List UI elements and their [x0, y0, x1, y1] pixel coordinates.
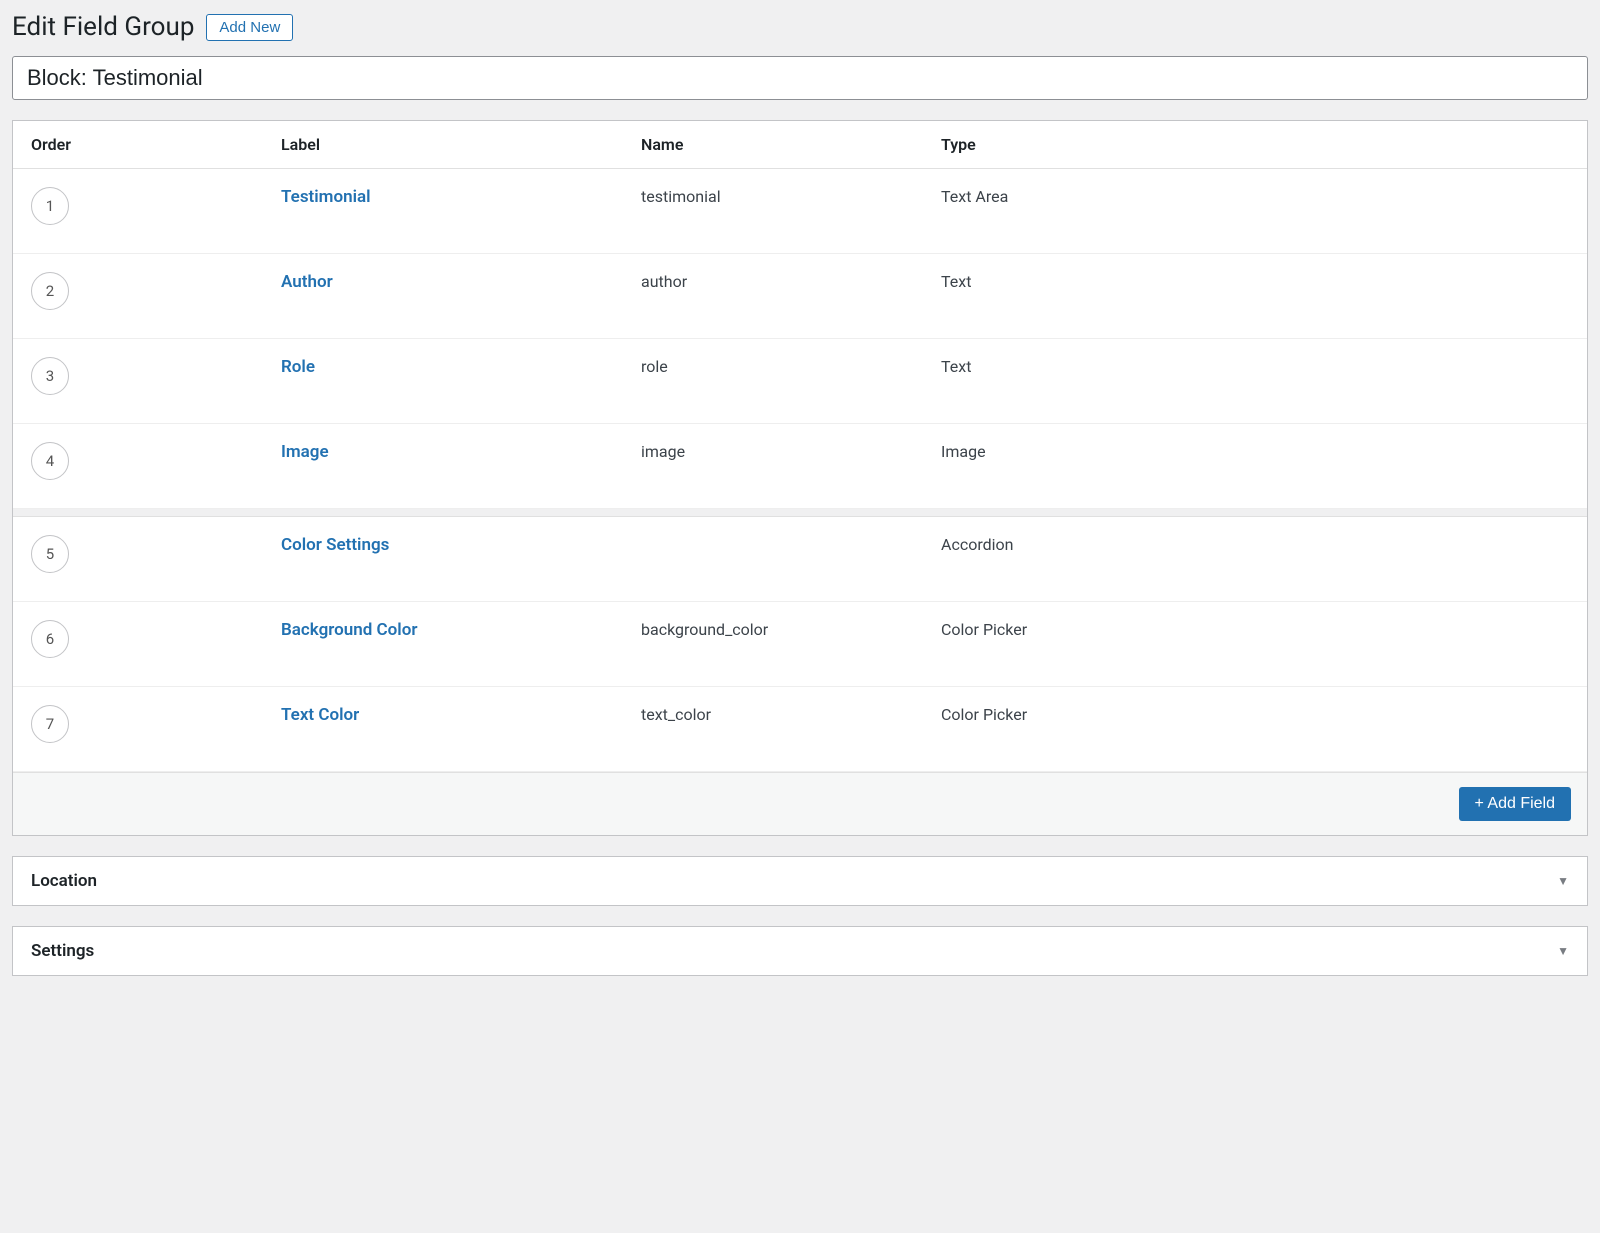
add-new-button[interactable]: Add New — [206, 14, 293, 41]
field-name: role — [641, 357, 668, 376]
page-title: Edit Field Group — [12, 12, 194, 42]
field-row[interactable]: 6 Background Color background_color Colo… — [13, 602, 1587, 687]
col-header-type: Type — [923, 121, 1587, 169]
order-badge[interactable]: 4 — [31, 442, 69, 480]
field-name: testimonial — [641, 187, 721, 206]
add-field-button[interactable]: + Add Field — [1459, 787, 1572, 821]
row-spacer — [13, 509, 1587, 517]
field-label-link[interactable]: Author — [281, 272, 333, 292]
field-label-link[interactable]: Testimonial — [281, 187, 371, 207]
order-badge[interactable]: 7 — [31, 705, 69, 743]
col-header-order: Order — [13, 121, 263, 169]
field-type: Text — [941, 272, 971, 291]
settings-panel[interactable]: Settings ▼ — [12, 926, 1588, 976]
fields-table-header: Order Label Name Type — [13, 121, 1587, 169]
page-header: Edit Field Group Add New — [12, 12, 1588, 42]
field-label-link[interactable]: Image — [281, 442, 329, 462]
field-type: Accordion — [941, 535, 1013, 554]
field-name: background_color — [641, 620, 768, 639]
order-badge[interactable]: 2 — [31, 272, 69, 310]
col-header-label: Label — [263, 121, 623, 169]
chevron-down-icon: ▼ — [1557, 944, 1569, 958]
field-label-link[interactable]: Text Color — [281, 705, 359, 725]
fields-panel: Order Label Name Type 1 Testimonial test… — [12, 120, 1588, 836]
field-name: text_color — [641, 705, 711, 724]
settings-panel-title: Settings — [31, 941, 94, 961]
field-type: Image — [941, 442, 986, 461]
location-panel[interactable]: Location ▼ — [12, 856, 1588, 906]
fields-table-footer: + Add Field — [13, 772, 1587, 835]
order-badge[interactable]: 3 — [31, 357, 69, 395]
field-type: Color Picker — [941, 620, 1027, 639]
col-header-name: Name — [623, 121, 923, 169]
field-label-link[interactable]: Role — [281, 357, 315, 377]
field-row[interactable]: 7 Text Color text_color Color Picker — [13, 687, 1587, 772]
order-badge[interactable]: 6 — [31, 620, 69, 658]
chevron-down-icon: ▼ — [1557, 874, 1569, 888]
field-row[interactable]: 1 Testimonial testimonial Text Area — [13, 169, 1587, 254]
location-panel-title: Location — [31, 871, 97, 891]
field-row[interactable]: 2 Author author Text — [13, 254, 1587, 339]
field-type: Text Area — [941, 187, 1008, 206]
field-name: image — [641, 442, 685, 461]
group-title-input[interactable] — [12, 56, 1588, 100]
order-badge[interactable]: 1 — [31, 187, 69, 225]
field-row[interactable]: 3 Role role Text — [13, 339, 1587, 424]
field-row[interactable]: 4 Image image Image — [13, 424, 1587, 509]
field-label-link[interactable]: Color Settings — [281, 535, 389, 555]
field-row[interactable]: 5 Color Settings Accordion — [13, 517, 1587, 602]
field-type: Color Picker — [941, 705, 1027, 724]
field-type: Text — [941, 357, 971, 376]
order-badge[interactable]: 5 — [31, 535, 69, 573]
field-label-link[interactable]: Background Color — [281, 620, 417, 640]
fields-table: Order Label Name Type 1 Testimonial test… — [13, 121, 1587, 772]
field-name: author — [641, 272, 687, 291]
